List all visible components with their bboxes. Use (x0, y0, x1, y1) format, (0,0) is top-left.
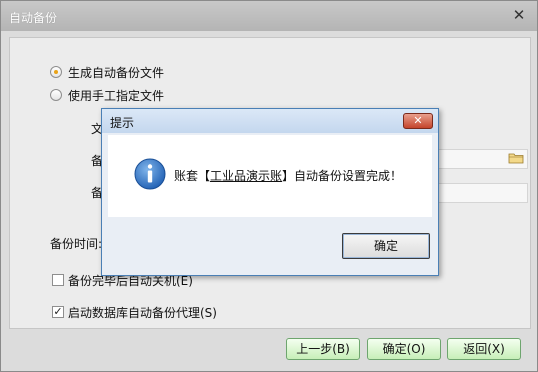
generate-file-radio[interactable] (50, 66, 62, 78)
window-titlebar: 自动备份 ✕ (1, 1, 537, 31)
agent-checkbox[interactable]: ✓ (52, 306, 64, 318)
dialog-titlebar: 提示 ✕ (102, 109, 438, 133)
back-button[interactable]: 返回(X) (447, 338, 521, 360)
shutdown-checkbox[interactable] (52, 274, 64, 286)
dialog-message-account: 工业品演示账 (210, 169, 283, 183)
backup-name-field[interactable] (430, 183, 528, 203)
dialog-message: 账套【工业品演示账】自动备份设置完成！ (174, 167, 402, 184)
manual-file-radio[interactable] (50, 89, 62, 101)
window-title: 自动备份 (9, 11, 58, 25)
backup-time-label: 备份时间: (50, 237, 103, 251)
manual-file-label[interactable]: 使用手工指定文件 (68, 87, 164, 104)
dialog-message-suffix: 】自动备份设置完成！ (282, 169, 403, 183)
notice-dialog: 提示 ✕ 账套【工业品演示账】自动备份设置完成！ 确定 (101, 108, 439, 276)
agent-label[interactable]: 启动数据库自动备份代理(S) (68, 304, 217, 321)
dialog-message-prefix: 账套【 (174, 169, 211, 183)
dialog-ok-button[interactable]: 确定 (342, 233, 430, 259)
dialog-body: 账套【工业品演示账】自动备份设置完成！ (108, 135, 432, 217)
ok-button[interactable]: 确定(O) (367, 338, 441, 360)
dialog-close-button[interactable]: ✕ (403, 113, 433, 129)
prev-step-button[interactable]: 上一步(B) (286, 338, 360, 360)
window-close-button[interactable]: ✕ (511, 7, 527, 23)
generate-file-label[interactable]: 生成自动备份文件 (68, 64, 164, 81)
dialog-title: 提示 (110, 116, 135, 130)
folder-icon[interactable] (508, 152, 524, 164)
info-icon (134, 158, 166, 190)
